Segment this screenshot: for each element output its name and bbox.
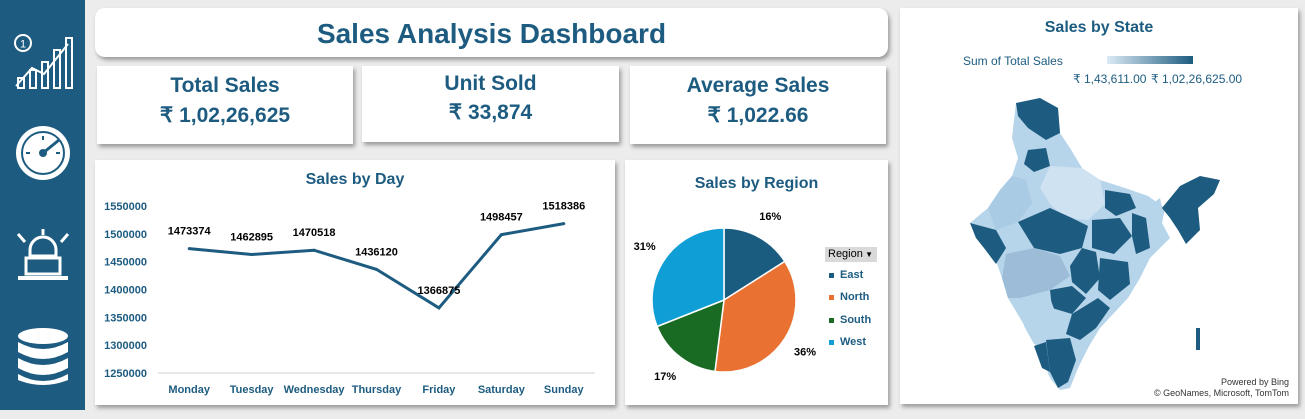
- growth-chart-icon[interactable]: 1: [12, 30, 74, 92]
- data-point: [499, 233, 503, 237]
- map-state-northeast: [1162, 176, 1220, 244]
- legend-label: West: [840, 336, 867, 348]
- data-label: 1436120: [355, 246, 398, 258]
- y-tick-label: 1250000: [104, 368, 147, 380]
- legend-item-west[interactable]: West: [829, 336, 866, 348]
- data-label: 1498457: [480, 212, 523, 224]
- india-state-map: Powered by Bing © GeoNames, Microsoft, T…: [970, 98, 1289, 398]
- x-tick-label: Tuesday: [230, 384, 275, 396]
- legend-swatch: [829, 294, 834, 300]
- x-tick-label: Saturday: [478, 384, 526, 396]
- data-label: 1473374: [168, 226, 212, 238]
- database-icon[interactable]: [12, 326, 74, 388]
- chevron-down-icon: ▼: [865, 250, 873, 259]
- legend-item-south[interactable]: South: [829, 314, 871, 326]
- pie-data-label: 36%: [794, 346, 816, 358]
- y-tick-label: 1550000: [104, 201, 147, 213]
- title-banner: Sales Analysis Dashboard: [95, 8, 888, 57]
- speedometer-icon[interactable]: [12, 122, 74, 184]
- kpi-value: ₹ 33,874: [448, 101, 533, 124]
- y-tick-label: 1400000: [104, 285, 147, 297]
- data-label: 1518386: [542, 201, 585, 213]
- legend-swatch: [829, 272, 834, 278]
- x-tick-label: Monday: [168, 384, 210, 396]
- y-tick-label: 1500000: [104, 229, 147, 241]
- legend-label: North: [840, 291, 870, 303]
- data-label: 1462895: [230, 231, 273, 243]
- pie-data-label: 31%: [634, 241, 656, 253]
- pie-data-label: 17%: [654, 371, 676, 383]
- kpi-label: Unit Sold: [444, 72, 537, 95]
- y-tick-label: 1350000: [104, 312, 147, 324]
- data-point: [187, 247, 191, 251]
- data-point: [437, 306, 441, 310]
- data-point: [562, 222, 566, 226]
- page-title: Sales Analysis Dashboard: [316, 18, 667, 49]
- map-attribution-bing: Powered by Bing: [1221, 377, 1289, 387]
- legend-item-east[interactable]: East: [829, 269, 863, 281]
- data-point: [250, 252, 254, 256]
- sales-by-region-panel: Sales by Region 16% 36% 17% 31%: [625, 160, 888, 405]
- data-point: [375, 267, 378, 271]
- legend-swatch: [829, 317, 834, 323]
- pie-data-label: 16%: [759, 211, 781, 223]
- sales-by-state-panel: Sales by State Sum of Total Sales ₹ 1,43…: [900, 8, 1298, 404]
- kpi-label: Average Sales: [686, 74, 830, 97]
- legend-swatch: [829, 339, 834, 345]
- x-tick-label: Sunday: [544, 384, 585, 396]
- ranking-number: 1: [20, 39, 26, 51]
- sales-by-region-chart: 16% 36% 17% 31%: [634, 211, 817, 383]
- kpi-card-total-sales: Total Sales ₹ 1,02,26,625: [97, 66, 353, 144]
- data-label: 1470518: [293, 227, 336, 239]
- kpi-card-unit-sold: Unit Sold ₹ 33,874: [362, 66, 619, 142]
- x-tick-label: Friday: [422, 384, 456, 396]
- sales-by-day-panel: Sales by Day 1550000 1500000 1450000 140000…: [95, 160, 615, 405]
- x-tick-label: Thursday: [352, 384, 402, 396]
- y-tick-label: 1450000: [104, 257, 147, 269]
- y-tick-label: 1300000: [104, 340, 147, 352]
- sidebar: 1: [0, 0, 85, 410]
- x-tick-label: Wednesday: [284, 384, 346, 396]
- map-attribution-sources: © GeoNames, Microsoft, TomTom: [1154, 388, 1289, 398]
- data-point: [312, 248, 316, 252]
- legend-label: East: [840, 269, 864, 281]
- kpi-card-average-sales: Average Sales ₹ 1,022.66: [630, 66, 886, 144]
- region-filter-dropdown[interactable]: Region ▼: [825, 247, 877, 262]
- alert-laptop-icon[interactable]: [12, 226, 74, 288]
- kpi-label: Total Sales: [170, 74, 280, 97]
- kpi-value: ₹ 1,02,26,625: [159, 104, 291, 127]
- data-label: 1366875: [418, 285, 461, 297]
- kpi-value: ₹ 1,022.66: [707, 104, 809, 127]
- region-filter-label: Region: [828, 248, 863, 260]
- legend-label: South: [840, 314, 872, 326]
- legend-item-north[interactable]: North: [829, 291, 869, 303]
- map-islands: [1196, 328, 1200, 350]
- sales-by-day-chart: 1550000 1500000 1450000 1400000 1350000 13000…: [104, 201, 595, 396]
